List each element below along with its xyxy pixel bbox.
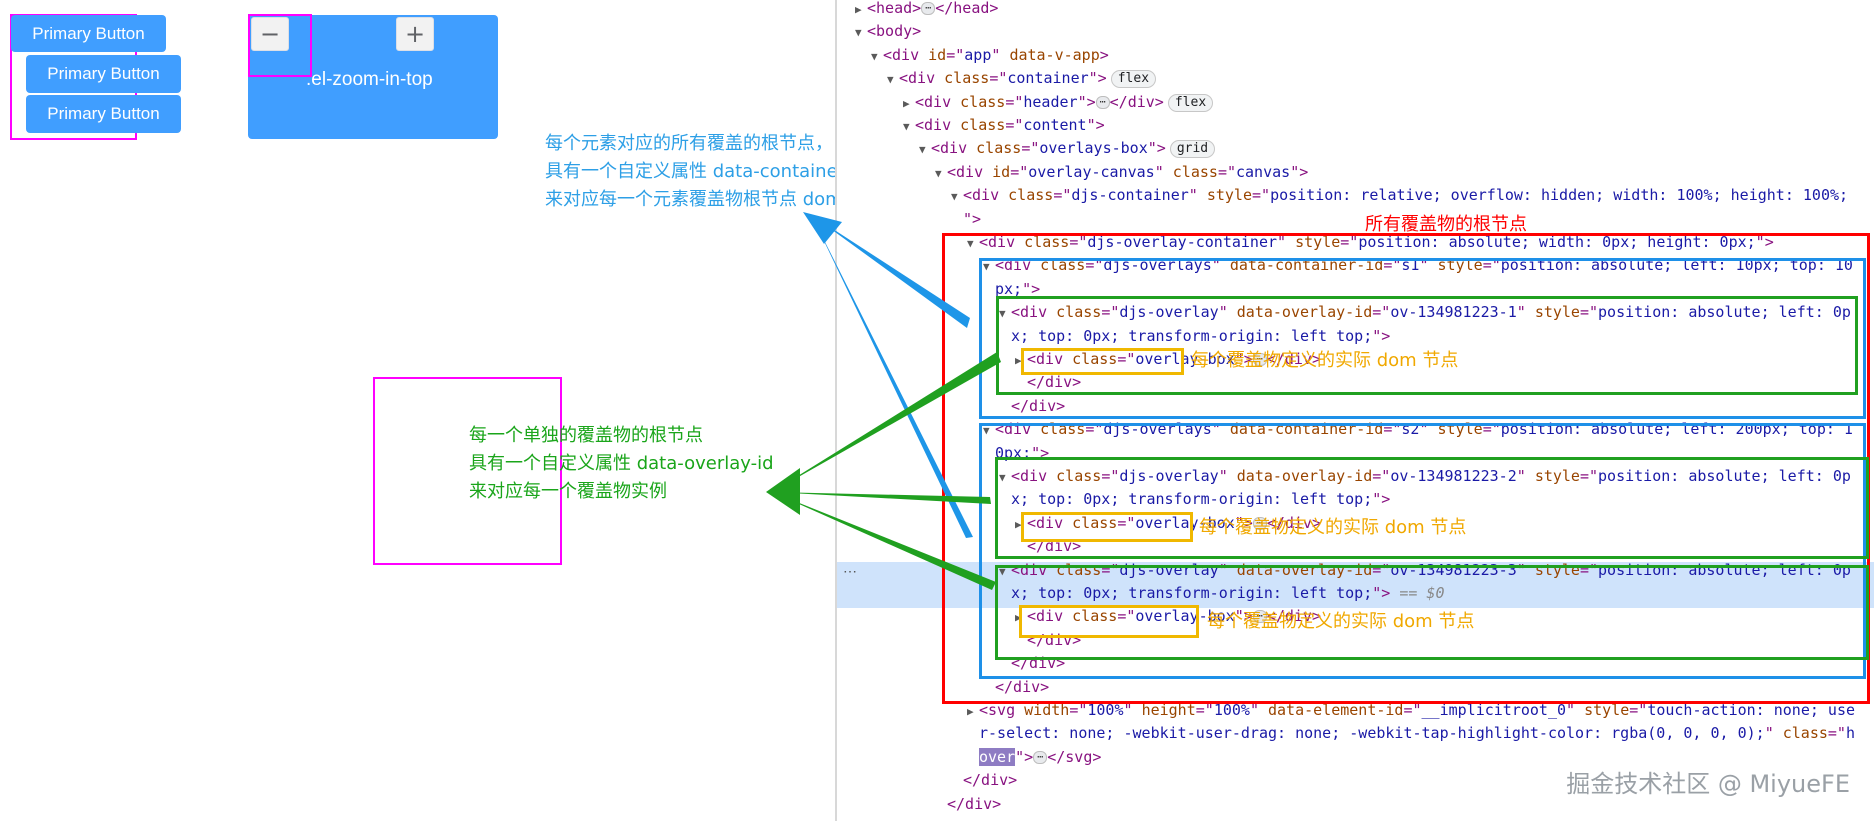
dom-line-text: ">	[963, 209, 982, 228]
dom-line[interactable]: ▼ <div class="djs-container" style="posit…	[837, 184, 1874, 207]
collapse-triangle-icon[interactable]: ▼	[871, 45, 883, 67]
primary-button-2[interactable]: Primary Button	[26, 55, 181, 93]
dom-line-text: <div class="overlays-box"> grid	[931, 139, 1216, 159]
dom-node-label-3: 每个覆盖物定义的实际 dom 节点	[1207, 611, 1475, 632]
expand-triangle-icon[interactable]: ▶	[855, 0, 867, 20]
dom-line-text: <div id="app" data-v-app>	[883, 45, 1109, 64]
dom-line-text: <div class="header"> ⋯ </div> flex	[915, 93, 1214, 112]
dom-line[interactable]: ▶ <head> ⋯ </head>	[837, 0, 1874, 20]
plus-icon: +	[404, 20, 426, 48]
dom-line[interactable]: ▼ <body>	[837, 20, 1874, 43]
primary-button-3[interactable]: Primary Button	[26, 95, 181, 133]
dom-line-text: over"> ⋯ </svg>	[979, 747, 1102, 766]
overlay-2-highlight	[995, 457, 1869, 559]
collapse-triangle-icon[interactable]: ▼	[919, 138, 931, 160]
overlay-box-2-highlight	[1021, 512, 1193, 542]
plus-button[interactable]: +	[396, 17, 434, 51]
overlay-id-note: 每一个单独的覆盖物的根节点 具有一个自定义属性 data-overlay-id …	[469, 425, 774, 502]
elements-panel: ⋯ ▶ <head> ⋯ </head> ▼ <body> ▼ <div id="app" d…	[837, 0, 1874, 821]
dom-line[interactable]: r-select: none; -webkit-user-drag: none;…	[837, 722, 1874, 745]
dom-line[interactable]: ">	[837, 208, 1874, 231]
overlay-box-3-highlight	[1019, 605, 1199, 638]
collapse-triangle-icon[interactable]: ▼	[855, 21, 867, 43]
dom-node-label-1: 每个覆盖物定义的实际 dom 节点	[1191, 350, 1459, 371]
collapse-triangle-icon[interactable]: ▼	[903, 115, 915, 137]
collapse-triangle-icon[interactable]: ▼	[935, 162, 947, 184]
collapse-triangle-icon[interactable]: ▼	[887, 68, 899, 90]
collapse-triangle-icon[interactable]: ▼	[951, 185, 963, 207]
dom-line[interactable]: ▼ <div id="overlay-canvas" class="canvas"…	[837, 161, 1874, 184]
preview-pane: Primary Button Primary Button Primary Bu…	[0, 0, 885, 821]
dom-line[interactable]: ▼ <div id="app" data-v-app>	[837, 44, 1874, 67]
dom-line[interactable]: ▼ <div class="container"> flex	[837, 67, 1874, 90]
dom-line-text: r-select: none; -webkit-user-drag: none;…	[979, 724, 1855, 743]
minus-button[interactable]: −	[251, 17, 289, 51]
dom-node-label-2: 每个覆盖物定义的实际 dom 节点	[1199, 517, 1467, 538]
dom-line-text: </div>	[963, 771, 1018, 790]
dom-line-text: </div>	[947, 794, 1002, 813]
container-id-note: 每个元素对应的所有覆盖的根节点， 具有一个自定义属性 data-containe…	[545, 133, 885, 210]
dom-line-text: <head> ⋯ </head>	[867, 0, 999, 17]
dom-line-text: <div id="overlay-canvas" class="canvas">	[947, 162, 1309, 181]
dom-line[interactable]: ▼ <div class="overlays-box"> grid	[837, 137, 1874, 160]
dom-line-text: <div class="content">	[915, 116, 1105, 134]
dom-line-text: <body>	[867, 22, 922, 41]
dom-line[interactable]: ▼ <div class="content">	[837, 114, 1874, 137]
watermark: 掘金技术社区 @ MiyueFE	[1566, 770, 1850, 798]
minus-icon: −	[259, 20, 281, 48]
zoom-label: .el-zoom-in-top	[306, 69, 433, 90]
overlay-box-1-highlight	[1021, 348, 1184, 375]
primary-button-1[interactable]: Primary Button	[11, 15, 166, 52]
expand-triangle-icon[interactable]: ▶	[903, 92, 915, 114]
dom-line[interactable]: ▶ <div class="header"> ⋯ </div> flex	[837, 91, 1874, 114]
dom-line-text: <div class="container"> flex	[899, 69, 1157, 89]
dom-line-text: <div class="djs-container" style="positi…	[963, 186, 1849, 205]
